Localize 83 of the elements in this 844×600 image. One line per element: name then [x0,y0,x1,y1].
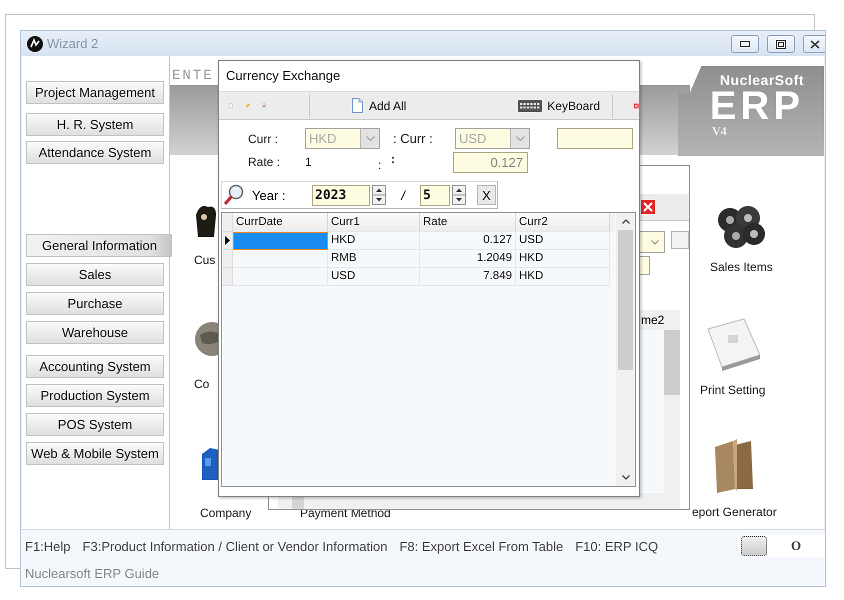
input-field[interactable] [557,128,633,149]
row-header[interactable] [222,232,233,250]
nav-button[interactable]: Accounting System [26,355,164,378]
table-cell: HKD [516,250,610,268]
chevron-down-icon [516,136,524,141]
tile-label[interactable]: eport Generator [692,505,777,519]
tile-label[interactable]: Cus [194,253,216,267]
nav-button[interactable]: Sales [26,263,164,286]
number-field[interactable]: 2023 [312,184,370,206]
chevron-down-icon [366,136,374,141]
close-icon [810,40,820,48]
vertical-scrollbar[interactable] [664,310,680,493]
row-pointer-icon [224,236,230,245]
field-label: Curr : [248,132,279,146]
minimize-button[interactable] [731,35,759,53]
status-indicator: O [790,538,802,554]
nav-button[interactable]: Purchase [26,292,164,315]
app-logo-icon [27,36,43,52]
chevron-down-icon [622,475,630,480]
table-cell: USD [516,232,610,250]
separator-text: / [400,188,407,202]
field-label: Rate : [248,155,282,169]
keyboard-button[interactable]: KeyBoard [518,98,600,112]
banner-heading: ENTE [172,68,214,84]
nav-button[interactable]: Warehouse [26,321,164,344]
table-cell: HKD [516,268,610,286]
spinner-icon[interactable] [372,185,386,205]
nav-button[interactable]: General Information [26,234,172,257]
dark-figure-icon[interactable] [194,203,218,239]
clear-button[interactable]: X [477,185,496,205]
column-header: Curr2 [516,213,610,232]
keyboard-icon [518,100,542,112]
window-title: Wizard 2 [47,36,98,51]
rate-value: 1 [305,155,313,169]
minimize-icon [740,41,750,47]
number-field[interactable]: 5 [420,184,450,206]
folder-icon[interactable] [713,439,756,495]
nav-button[interactable]: Project Management [26,81,164,104]
column-header: CurrDate [233,213,328,232]
field-label: Year : [252,188,286,202]
guide-label: Nuclearsoft ERP Guide [21,562,825,586]
product-name: ERP [710,88,804,124]
table-cell: HKD [328,232,420,250]
tile-label[interactable]: Co [194,377,210,391]
table-cell[interactable] [233,232,328,250]
shortcut-hint: F10: ERP ICQ [575,538,658,554]
shortcut-hint: F3:Product Information / Client or Vendor Information [82,538,388,554]
column-header: Rate [420,213,516,232]
close-button[interactable] [803,35,825,53]
separator-text: : [391,152,396,166]
tile-label[interactable]: Company [200,506,252,520]
shortcut-hint: F1:Help [25,538,71,554]
table-cell: 0.127 [420,232,516,250]
spinner-icon[interactable] [452,185,466,205]
search-icon[interactable] [223,184,245,206]
nav-button[interactable]: POS System [26,413,164,436]
shortcut-hint: F8: Export Excel From Table [399,538,564,554]
tile-label[interactable]: Print Setting [700,383,766,397]
field-label: : Curr : [392,131,434,146]
tile-label[interactable]: Sales Items [710,260,773,274]
add-all-button[interactable]: Add All [350,98,406,113]
version-label: V4 [712,124,727,139]
dialog-title: Currency Exchange [225,67,342,85]
nav-button[interactable]: Production System [26,384,164,407]
table-cell: 7.849 [420,268,516,286]
separator-text: : [378,158,382,172]
status-button[interactable] [741,536,767,556]
table-cell: 1.2049 [420,250,516,268]
maximize-button[interactable] [767,35,795,53]
row-header [222,213,233,232]
close-icon[interactable] [641,200,655,214]
column-header: Curr1 [328,213,420,232]
maximize-icon [776,40,786,48]
chevron-up-icon [622,219,630,224]
nav-button[interactable]: Attendance System [26,141,164,164]
chevron-down-icon [651,240,659,245]
table-cell: USD [328,268,420,286]
brand-name: NuclearSoft [720,72,804,88]
document-icon [350,98,364,113]
nav-button[interactable]: Web & Mobile System [26,442,164,465]
vertical-scrollbar[interactable] [616,213,635,486]
nav-button[interactable]: H. R. System [26,113,164,136]
table-cell: RMB [328,250,420,268]
